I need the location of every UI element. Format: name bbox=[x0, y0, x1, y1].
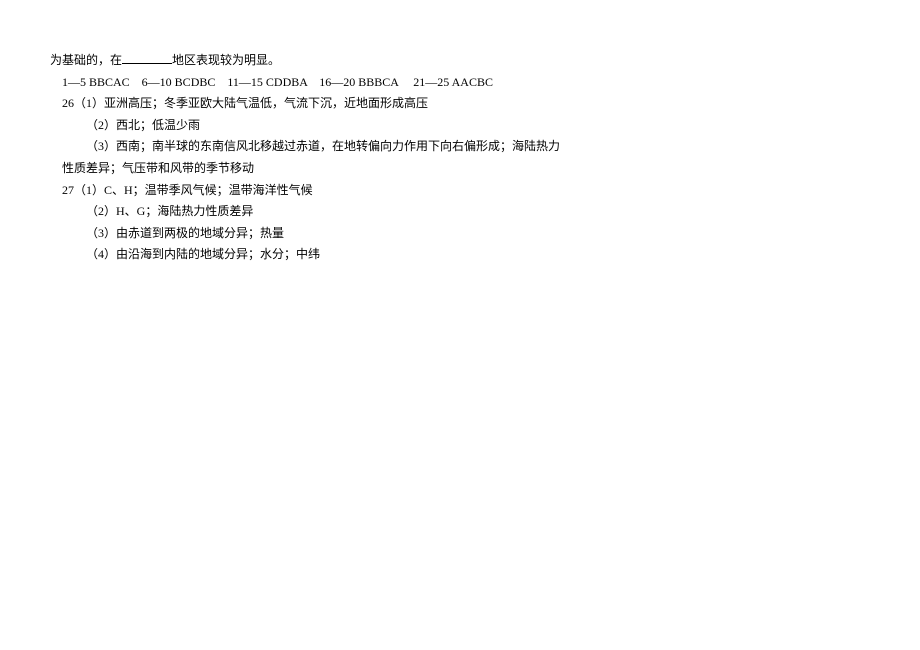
text-line: 1—5 BBCAC 6—10 BCDBC 11—15 CDDBA 16—20 B… bbox=[50, 72, 870, 94]
text-segment: （4）由沿海到内陆的地域分异；水分；中纬 bbox=[86, 247, 320, 261]
text-segment: （3）由赤道到两极的地域分异；热量 bbox=[86, 226, 284, 240]
text-line: 性质差异；气压带和风带的季节移动 bbox=[50, 158, 870, 180]
blank-underline bbox=[122, 50, 172, 64]
text-segment: 地区表现较为明显。 bbox=[172, 53, 280, 67]
text-segment: 26（1）亚洲高压；冬季亚欧大陆气温低，气流下沉，近地面形成高压 bbox=[62, 96, 428, 110]
document-content: 为基础的，在 地区表现较为明显。 1—5 BBCAC 6—10 BCDBC 11—… bbox=[50, 50, 870, 266]
text-line: （3）由赤道到两极的地域分异；热量 bbox=[50, 223, 870, 245]
text-line: 为基础的，在 地区表现较为明显。 bbox=[50, 50, 870, 72]
text-line: 27（1）C、H；温带季风气候；温带海洋性气候 bbox=[50, 180, 870, 202]
text-segment: 27（1）C、H；温带季风气候；温带海洋性气候 bbox=[62, 183, 313, 197]
text-line: （3）西南；南半球的东南信风北移越过赤道，在地转偏向力作用下向右偏形成；海陆热力 bbox=[50, 136, 870, 158]
text-segment: （2）H、G；海陆热力性质差异 bbox=[86, 204, 253, 218]
text-line: （2）H、G；海陆热力性质差异 bbox=[50, 201, 870, 223]
text-segment: 性质差异；气压带和风带的季节移动 bbox=[62, 161, 254, 175]
text-segment: （2）西北；低温少雨 bbox=[86, 118, 200, 132]
text-segment: 为基础的，在 bbox=[50, 53, 122, 67]
text-segment: （3）西南；南半球的东南信风北移越过赤道，在地转偏向力作用下向右偏形成；海陆热力 bbox=[86, 139, 560, 153]
text-line: 26（1）亚洲高压；冬季亚欧大陆气温低，气流下沉，近地面形成高压 bbox=[50, 93, 870, 115]
text-line: （4）由沿海到内陆的地域分异；水分；中纬 bbox=[50, 244, 870, 266]
text-line: （2）西北；低温少雨 bbox=[50, 115, 870, 137]
text-segment: 1—5 BBCAC 6—10 BCDBC 11—15 CDDBA 16—20 B… bbox=[62, 75, 493, 89]
